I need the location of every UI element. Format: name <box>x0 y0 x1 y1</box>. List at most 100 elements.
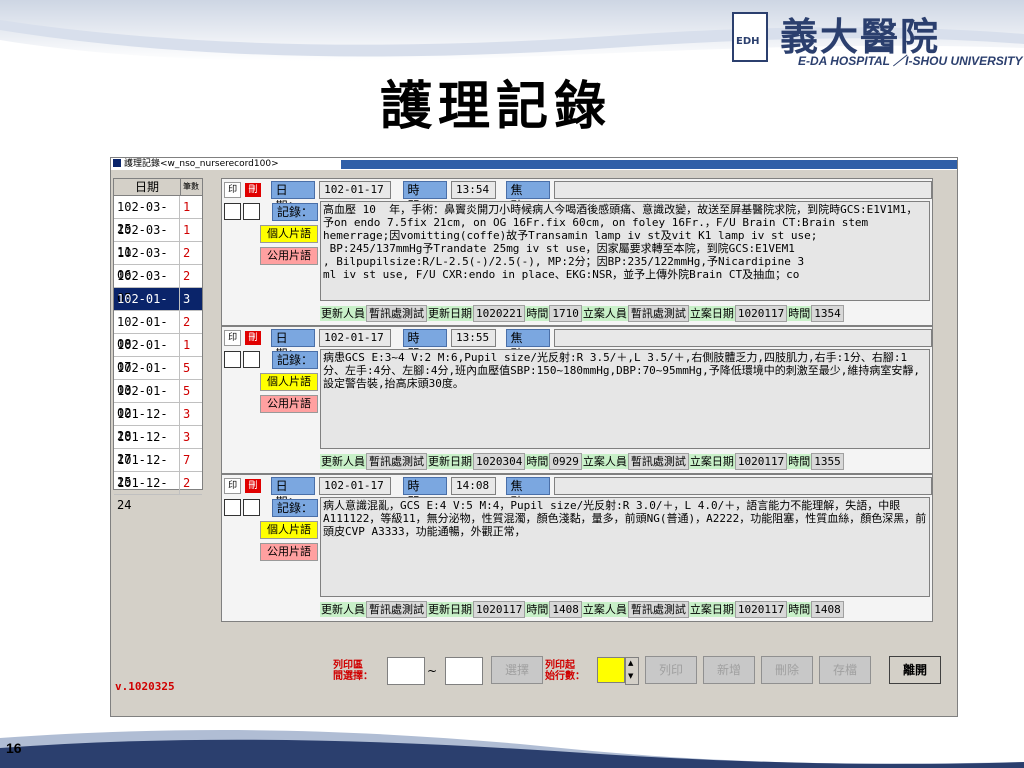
date-list-row[interactable]: 101-12-25 7 <box>114 449 202 489</box>
updater-label: 更新人員 <box>320 305 366 321</box>
record-panel: 印刪日期：102-01-17 時間：14:08 焦點： 記錄： 個人片語公用片語病人意識… <box>221 474 933 622</box>
range-end-input[interactable] <box>445 657 483 685</box>
delete-button[interactable]: 刪除 <box>761 656 813 684</box>
updater-name: 暫訊處測試 <box>366 452 427 470</box>
row-date: 102-03-25 <box>114 196 180 236</box>
record-checkbox[interactable] <box>224 499 241 516</box>
record-meta: 更新人員 暫訊處測試 更新日期 1020304 時間 0929 立案人員 暫訊處測試 立案日期 1… <box>320 452 844 470</box>
personal-phrase-button[interactable]: 個人片語 <box>260 373 318 391</box>
record-time-field[interactable]: 14:08 <box>451 477 496 495</box>
record-text-area[interactable]: 病患GCS E:3~4 V:2 M:6,Pupil size/光反射:R 3.5… <box>320 349 930 449</box>
updater-label: 更新人員 <box>320 453 366 469</box>
delete-icon[interactable]: 刪 <box>245 183 261 197</box>
print-range-label-line2: 間選擇： <box>333 671 373 682</box>
nurse-record-window: 護理記錄<w_nso_nurserecord100> 日期 筆數 102-03-… <box>110 157 958 717</box>
update-time-label: 時間 <box>525 453 550 469</box>
page-number: 16 <box>6 740 22 756</box>
delete-icon[interactable]: 刪 <box>245 479 261 493</box>
row-date: 102-01-17 <box>114 288 180 328</box>
start-row-input[interactable] <box>597 657 625 683</box>
date-list-row[interactable]: 102-01-03 5 <box>114 357 202 397</box>
updater-name: 暫訊處測試 <box>366 600 427 618</box>
select-button[interactable]: 選擇 <box>491 656 543 684</box>
date-list-row[interactable]: 102-03-25 1 <box>114 196 202 236</box>
update-time-label: 時間 <box>525 305 550 321</box>
record-header: 印刪日期：102-01-17 時間：14:08 焦點： <box>224 477 932 509</box>
date-list-row[interactable]: 101-12-24 2 <box>114 472 202 512</box>
record-checkboxes <box>224 499 260 516</box>
date-list-row[interactable]: 102-01-08 2 <box>114 311 202 351</box>
record-time-field[interactable]: 13:54 <box>451 181 496 199</box>
update-time-value: 0929 <box>549 452 582 470</box>
row-count: 5 <box>183 361 191 375</box>
row-date: 101-12-25 <box>114 449 180 489</box>
date-list-row[interactable]: 102-03-11 1 <box>114 219 202 259</box>
record-meta: 更新人員 暫訊處測試 更新日期 1020221 時間 1710 立案人員 暫訊處測試 立案日期 1… <box>320 304 844 322</box>
print-range-label-line1: 列印區 <box>333 660 363 671</box>
range-tilde: ~ <box>427 664 438 678</box>
date-list-row[interactable]: 102-01-02 5 <box>114 380 202 420</box>
header-date: 日期 <box>114 179 181 195</box>
record-checkbox[interactable] <box>243 351 260 368</box>
header-count: 筆數 <box>183 182 199 191</box>
record-focus-field[interactable] <box>554 477 932 495</box>
record-checkbox[interactable] <box>243 499 260 516</box>
public-phrase-button[interactable]: 公用片語 <box>260 247 318 265</box>
bottom-toolbar: v.1020325 列印區 間選擇： ~ 選擇 列印起 始行數： ▲ ▼ 列印 … <box>111 648 957 704</box>
row-count: 2 <box>183 476 191 490</box>
personal-phrase-button[interactable]: 個人片語 <box>260 521 318 539</box>
date-list-row[interactable]: 102-01-07 1 <box>114 334 202 374</box>
record-focus-field[interactable] <box>554 181 932 199</box>
row-count: 5 <box>183 384 191 398</box>
personal-phrase-button[interactable]: 個人片語 <box>260 225 318 243</box>
row-date: 102-01-03 <box>114 357 180 397</box>
row-count: 1 <box>183 200 191 214</box>
exit-button[interactable]: 離開 <box>889 656 941 684</box>
spin-up-icon[interactable]: ▲ <box>628 660 633 667</box>
delete-icon[interactable]: 刪 <box>245 331 261 345</box>
record-checkbox[interactable] <box>224 351 241 368</box>
record-time-field[interactable]: 13:55 <box>451 329 496 347</box>
print-button[interactable]: 列印 <box>645 656 697 684</box>
record-date-field[interactable]: 102-01-17 <box>319 329 391 347</box>
date-list-row[interactable]: 101-12-27 3 <box>114 426 202 466</box>
row-count: 2 <box>183 315 191 329</box>
record-focus-field[interactable] <box>554 329 932 347</box>
save-button[interactable]: 存檔 <box>819 656 871 684</box>
date-list-row[interactable]: 102-01-17 3 <box>114 288 202 328</box>
record-checkboxes <box>224 351 260 368</box>
row-count: 1 <box>183 338 191 352</box>
update-time-value: 1408 <box>549 600 582 618</box>
record-checkbox[interactable] <box>243 203 260 220</box>
print-icon[interactable]: 印 <box>224 182 242 198</box>
print-icon[interactable]: 印 <box>224 478 242 494</box>
update-date-label: 更新日期 <box>427 601 473 617</box>
print-icon[interactable]: 印 <box>224 330 242 346</box>
date-list-header: 日期 筆數 <box>114 179 202 196</box>
record-label: 記錄： <box>272 499 319 517</box>
record-text-area[interactable]: 病人意識混亂，GCS E:4 V:5 M:4，Pupil size/光反射:R … <box>320 497 930 597</box>
create-date-value: 1020117 <box>734 452 788 470</box>
add-button[interactable]: 新增 <box>703 656 755 684</box>
row-count: 2 <box>183 269 191 283</box>
start-row-spinner[interactable]: ▲ ▼ <box>625 657 639 685</box>
row-date: 101-12-27 <box>114 426 180 466</box>
row-count: 2 <box>183 246 191 260</box>
record-date-field[interactable]: 102-01-17 <box>319 477 391 495</box>
spin-down-icon[interactable]: ▼ <box>628 673 633 680</box>
create-time-label: 時間 <box>787 305 812 321</box>
range-start-input[interactable] <box>387 657 425 685</box>
date-list-row[interactable]: 102-03-06 2 <box>114 242 202 282</box>
record-text-area[interactable]: 高血壓 10 年，手術：鼻竇炎開刀小時候病人今喝酒後感頭痛、意識改變，故送至屏基… <box>320 201 930 301</box>
row-date: 102-01-08 <box>114 311 180 351</box>
row-date: 102-01-02 <box>114 380 180 420</box>
date-list-row[interactable]: 102-03-05 2 <box>114 265 202 305</box>
row-date: 102-03-06 <box>114 242 180 282</box>
record-meta: 更新人員 暫訊處測試 更新日期 1020117 時間 1408 立案人員 暫訊處測試 立案日期 1… <box>320 600 844 618</box>
public-phrase-button[interactable]: 公用片語 <box>260 543 318 561</box>
row-count: 7 <box>183 453 191 467</box>
record-date-field[interactable]: 102-01-17 <box>319 181 391 199</box>
record-checkbox[interactable] <box>224 203 241 220</box>
date-list-row[interactable]: 101-12-28 3 <box>114 403 202 443</box>
public-phrase-button[interactable]: 公用片語 <box>260 395 318 413</box>
